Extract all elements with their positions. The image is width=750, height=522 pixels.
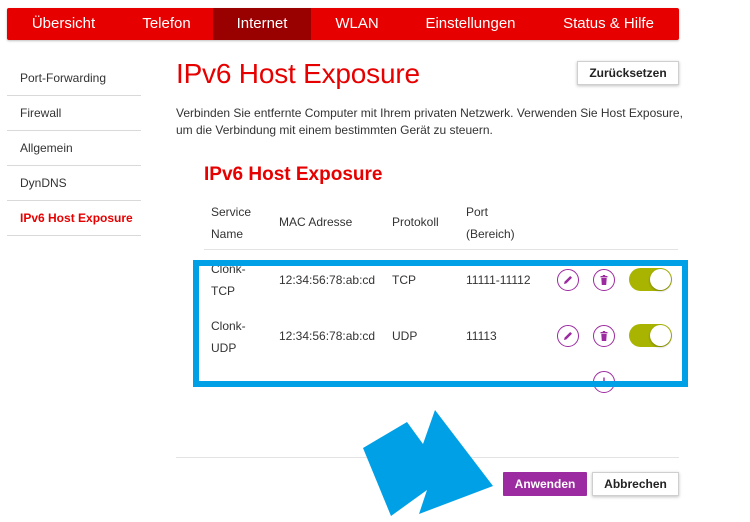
row-service-line2: UDP bbox=[211, 341, 237, 355]
sidebar-item-firewall[interactable]: Firewall bbox=[7, 96, 141, 131]
tab-wlan[interactable]: WLAN bbox=[311, 8, 403, 40]
row-protocol: UDP bbox=[392, 329, 418, 343]
sidebar-item-ipv6-host-exposure[interactable]: IPv6 Host Exposure bbox=[7, 201, 141, 236]
row-port: 11111-11112 bbox=[466, 273, 531, 287]
arrow-annotation bbox=[363, 410, 493, 516]
footer-divider bbox=[176, 457, 679, 458]
toggle-knob bbox=[650, 269, 671, 290]
sidebar-item-port-forwarding[interactable]: Port-Forwarding bbox=[7, 61, 141, 96]
reset-button[interactable]: Zurücksetzen bbox=[577, 61, 679, 85]
edit-icon[interactable] bbox=[557, 325, 579, 347]
page-description: Verbinden Sie entfernte Computer mit Ihr… bbox=[176, 106, 683, 137]
enable-toggle[interactable] bbox=[629, 268, 672, 291]
header-port-line2: (Bereich) bbox=[466, 227, 515, 241]
edit-icon[interactable] bbox=[557, 269, 579, 291]
table-header-divider bbox=[204, 249, 678, 250]
add-icon[interactable] bbox=[593, 371, 615, 393]
header-port: Port (Bereich) bbox=[466, 201, 515, 245]
tab-internet[interactable]: Internet bbox=[213, 8, 311, 40]
row-port: 11113 bbox=[466, 329, 497, 343]
delete-icon[interactable] bbox=[593, 325, 615, 347]
main-navigation: Übersicht Telefon Internet WLAN Einstell… bbox=[7, 8, 679, 40]
header-service-name: Service Name bbox=[211, 201, 251, 245]
tab-uebersicht[interactable]: Übersicht bbox=[7, 8, 120, 40]
delete-icon[interactable] bbox=[593, 269, 615, 291]
header-protocol: Protokoll bbox=[392, 215, 439, 229]
row-mac: 12:34:56:78:ab:cd bbox=[279, 329, 376, 343]
cancel-button[interactable]: Abbrechen bbox=[592, 472, 679, 496]
sidebar-item-allgemein[interactable]: Allgemein bbox=[7, 131, 141, 166]
row-service-name: Clonk- UDP bbox=[211, 315, 246, 359]
header-mac: MAC Adresse bbox=[279, 215, 353, 229]
row-service-line1: Clonk- bbox=[211, 262, 246, 276]
sidebar-item-dyndns[interactable]: DynDNS bbox=[7, 166, 141, 201]
tab-telefon[interactable]: Telefon bbox=[120, 8, 213, 40]
tab-status-hilfe[interactable]: Status & Hilfe bbox=[538, 8, 679, 40]
row-service-line2: TCP bbox=[211, 284, 235, 298]
sidebar: Port-Forwarding Firewall Allgemein DynDN… bbox=[7, 61, 141, 236]
page-title: IPv6 Host Exposure bbox=[176, 58, 420, 89]
section-title: IPv6 Host Exposure bbox=[204, 164, 383, 185]
row-service-line1: Clonk- bbox=[211, 319, 246, 333]
row-protocol: TCP bbox=[392, 273, 416, 287]
header-service-line1: Service bbox=[211, 205, 252, 219]
row-service-name: Clonk- TCP bbox=[211, 258, 246, 302]
apply-button[interactable]: Anwenden bbox=[503, 472, 587, 496]
toggle-knob bbox=[650, 325, 671, 346]
header-port-line1: Port bbox=[466, 205, 489, 219]
tab-einstellungen[interactable]: Einstellungen bbox=[403, 8, 538, 40]
enable-toggle[interactable] bbox=[629, 324, 672, 347]
header-service-line2: Name bbox=[211, 227, 244, 241]
row-mac: 12:34:56:78:ab:cd bbox=[279, 273, 376, 287]
